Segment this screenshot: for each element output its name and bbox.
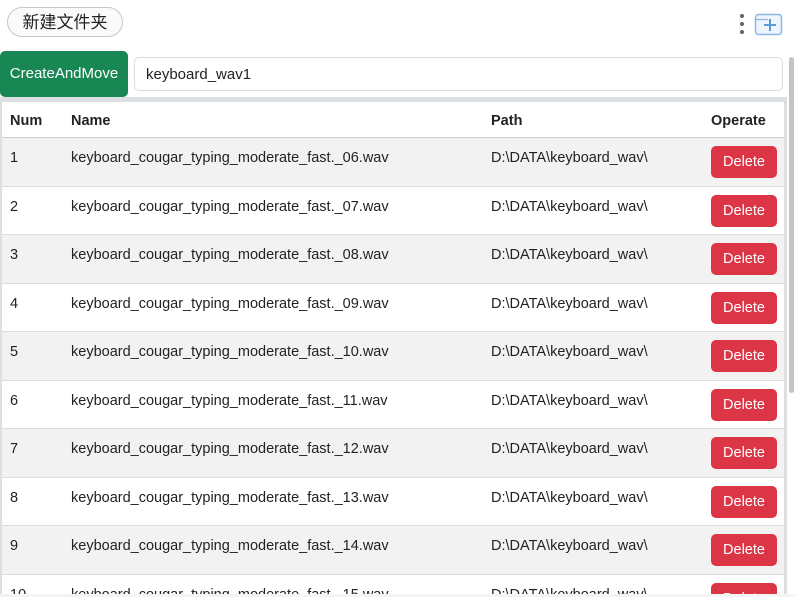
row-path: D:\DATA\keyboard_wav\ (491, 392, 648, 409)
delete-button[interactable]: Delete (711, 194, 777, 227)
table-row: 6 keyboard_cougar_typing_moderate_fast._… (2, 380, 784, 429)
row-path: D:\DATA\keyboard_wav\ (491, 489, 648, 506)
create-and-move-button[interactable]: CreateAndMove (0, 51, 128, 97)
vertical-scrollbar[interactable] (788, 51, 796, 597)
action-row: CreateAndMove (0, 51, 796, 97)
row-num: 4 (10, 295, 19, 312)
table-row: 10 keyboard_cougar_typing_moderate_fast.… (2, 574, 784, 595)
kebab-dot (740, 14, 744, 18)
row-file-name: keyboard_cougar_typing_moderate_fast._14… (71, 538, 389, 554)
header-name: Name (71, 113, 111, 129)
row-path: D:\DATA\keyboard_wav\ (491, 150, 648, 166)
table-row: 2 keyboard_cougar_typing_moderate_fast._… (2, 186, 784, 235)
row-file-name: keyboard_cougar_typing_moderate_fast._08… (71, 247, 389, 263)
row-path: D:\DATA\keyboard_wav\ (491, 198, 648, 215)
row-num: 8 (10, 489, 19, 506)
row-path: D:\DATA\keyboard_wav\ (491, 295, 648, 312)
delete-button[interactable]: Delete (711, 437, 777, 469)
row-file-name: keyboard_cougar_typing_moderate_fast._13… (71, 489, 389, 506)
tab-bar: 新建文件夹 (0, 0, 796, 46)
add-tab-icon[interactable] (754, 11, 784, 37)
app-window: 新建文件夹 CreateAndMove Num Name Path Operat… (0, 0, 796, 597)
row-num: 5 (10, 344, 19, 360)
row-num: 2 (10, 198, 19, 215)
kebab-dot (740, 22, 744, 26)
row-num: 9 (10, 538, 19, 554)
row-path: D:\DATA\keyboard_wav\ (491, 538, 648, 554)
row-file-name: keyboard_cougar_typing_moderate_fast._06… (71, 150, 389, 166)
row-file-name: keyboard_cougar_typing_moderate_fast._11… (71, 392, 388, 409)
header-operate: Operate (711, 113, 766, 129)
row-file-name: keyboard_cougar_typing_moderate_fast._09… (71, 295, 389, 312)
row-num: 3 (10, 247, 19, 263)
table-row: 4 keyboard_cougar_typing_moderate_fast._… (2, 283, 784, 332)
row-path: D:\DATA\keyboard_wav\ (491, 344, 648, 360)
row-num: 6 (10, 392, 19, 409)
table-row: 1 keyboard_cougar_typing_moderate_fast._… (2, 138, 784, 187)
table-row: 5 keyboard_cougar_typing_moderate_fast._… (2, 332, 784, 381)
table-row: 8 keyboard_cougar_typing_moderate_fast._… (2, 477, 784, 526)
delete-button[interactable]: Delete (711, 388, 777, 421)
delete-button[interactable]: Delete (711, 243, 777, 275)
kebab-dot (740, 30, 744, 34)
folder-name-input[interactable] (134, 57, 783, 91)
scrollbar-thumb[interactable] (789, 57, 794, 393)
row-file-name: keyboard_cougar_typing_moderate_fast._12… (71, 441, 389, 457)
table-row: 9 keyboard_cougar_typing_moderate_fast._… (2, 526, 784, 575)
table-row: 7 keyboard_cougar_typing_moderate_fast._… (2, 429, 784, 478)
file-table: Num Name Path Operate 1 keyboard_cougar_… (2, 102, 784, 595)
delete-button[interactable]: Delete (711, 485, 777, 518)
row-num: 1 (10, 150, 19, 166)
header-path: Path (491, 113, 523, 129)
header-num: Num (10, 113, 43, 129)
tab-new-folder[interactable]: 新建文件夹 (7, 7, 123, 37)
row-file-name: keyboard_cougar_typing_moderate_fast._07… (71, 198, 389, 215)
delete-button[interactable]: Delete (711, 291, 777, 324)
delete-button[interactable]: Delete (711, 340, 777, 372)
kebab-menu-icon[interactable] (737, 12, 747, 36)
delete-button[interactable]: Delete (711, 146, 777, 178)
row-path: D:\DATA\keyboard_wav\ (491, 441, 648, 457)
file-table-panel: Num Name Path Operate 1 keyboard_cougar_… (0, 97, 787, 595)
table-row: 3 keyboard_cougar_typing_moderate_fast._… (2, 235, 784, 284)
row-file-name: keyboard_cougar_typing_moderate_fast._10… (71, 344, 389, 360)
delete-button[interactable]: Delete (711, 534, 777, 566)
row-path: D:\DATA\keyboard_wav\ (491, 247, 648, 263)
table-header: Num Name Path Operate (2, 102, 784, 138)
row-num: 7 (10, 441, 19, 457)
